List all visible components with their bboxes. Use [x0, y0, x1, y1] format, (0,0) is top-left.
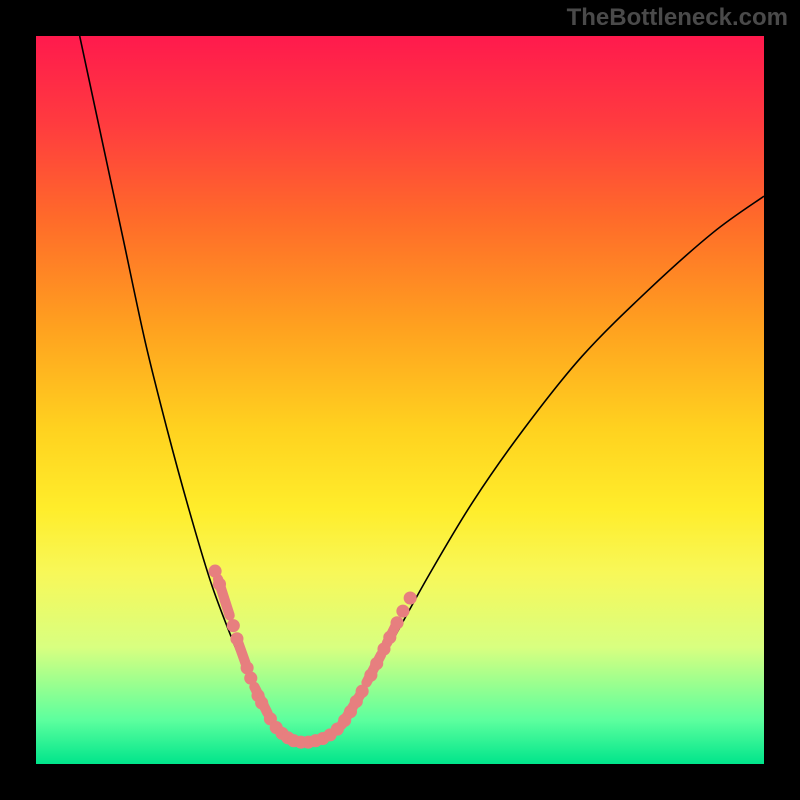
marker-dot [364, 669, 377, 682]
marker-dot [383, 631, 396, 644]
marker-layer [209, 565, 417, 749]
marker-dot [391, 616, 404, 629]
bottleneck-curve [80, 36, 764, 743]
marker-dot [209, 565, 222, 578]
marker-dot [244, 672, 257, 685]
marker-dot [404, 591, 417, 604]
watermark-label: TheBottleneck.com [567, 4, 788, 32]
marker-dot [377, 642, 390, 655]
marker-dot [227, 619, 240, 632]
marker-dot [396, 605, 409, 618]
chart-svg [36, 36, 764, 764]
marker-dot [213, 578, 226, 591]
marker-dot [356, 685, 369, 698]
marker-dot [230, 632, 243, 645]
marker-dot [370, 657, 383, 670]
chart-plot-area [36, 36, 764, 764]
marker-pill [238, 643, 245, 663]
marker-dot [255, 696, 268, 709]
